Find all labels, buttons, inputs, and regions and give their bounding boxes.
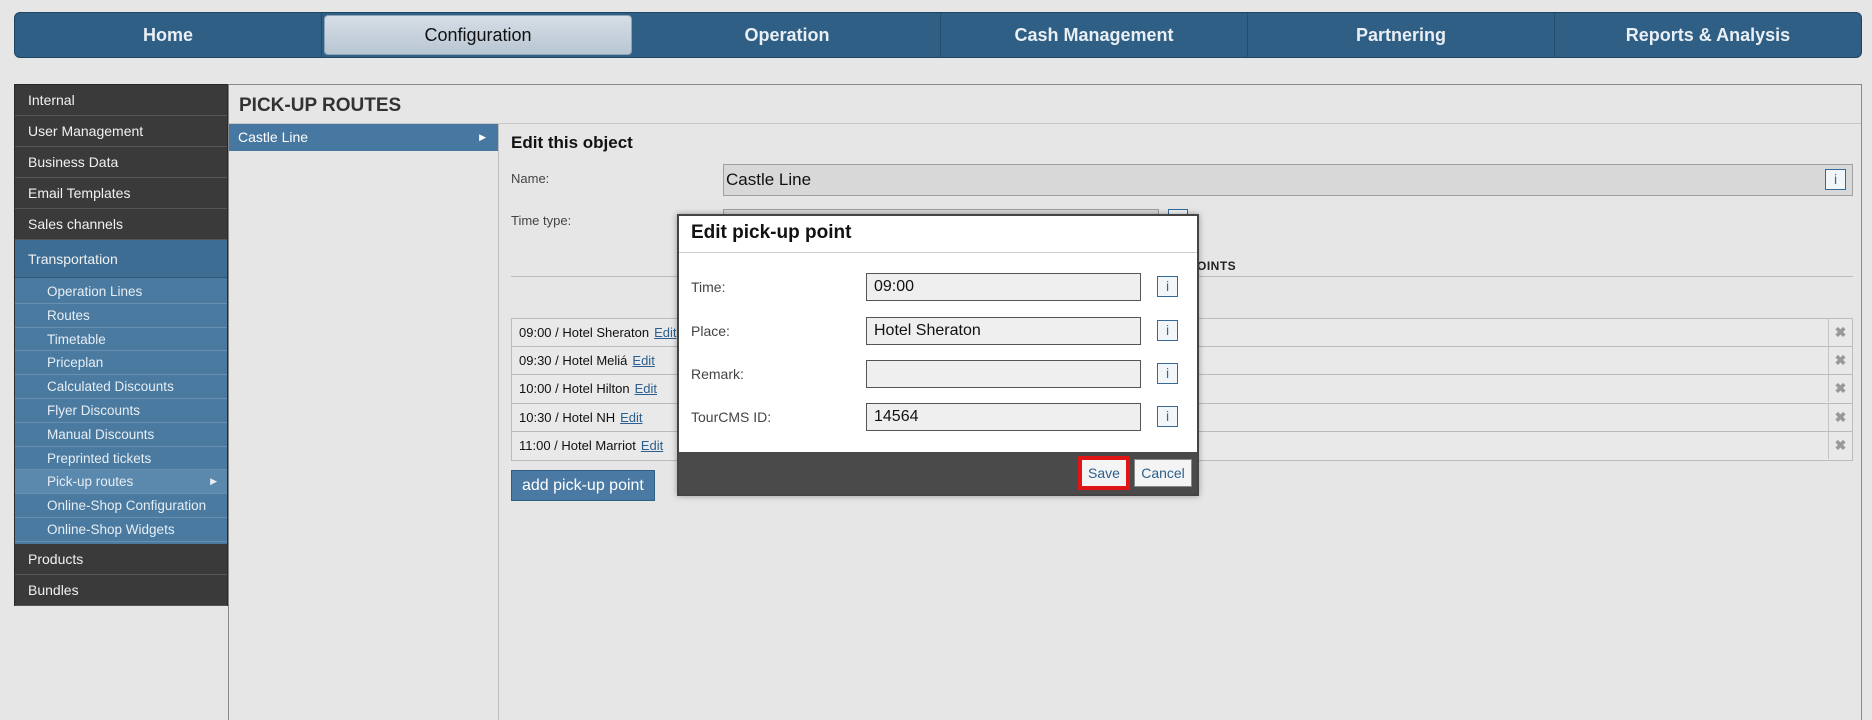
route-list: Castle Line ▶ [229,124,499,720]
edit-pick-up-point-dialog: Edit pick-up point Time: i Place: i Rema… [677,214,1199,496]
time-info-icon[interactable]: i [1157,276,1178,297]
sidebar-subitem-timetable[interactable]: Timetable [15,328,227,352]
dialog-footer: Save Cancel [679,452,1197,494]
pick-up-points-header: OINTS [1197,259,1237,273]
name-field[interactable]: Castle Line [723,164,1853,196]
time-label: Time: [691,279,726,295]
tourcms-id-input[interactable] [866,403,1141,431]
edit-link[interactable]: Edit [632,353,654,368]
add-pick-up-point-button[interactable]: add pick-up point [511,470,655,501]
edit-object-title: Edit this object [511,133,633,152]
sidebar-item-internal[interactable]: Internal [15,85,227,116]
dialog-title: Edit pick-up point [679,216,1197,253]
sidebar-item-sales-channels[interactable]: Sales channels [15,209,227,240]
tab-cash-management[interactable]: Cash Management [941,13,1248,57]
sidebar-item-user-management[interactable]: User Management [15,116,227,147]
remark-row: Remark: i [691,360,1181,388]
sidebar-subitem-priceplan[interactable]: Priceplan [15,351,227,376]
tab-operation-label: Operation [744,24,830,45]
time-input[interactable] [866,273,1141,301]
tourcms-id-label: TourCMS ID: [691,409,772,425]
edit-link[interactable]: Edit [641,438,663,453]
name-info-icon[interactable]: i [1825,169,1846,190]
tab-configuration-label: Configuration [424,24,532,45]
tab-cash-management-label: Cash Management [1014,24,1174,45]
sidebar-subitem-preprinted-tickets[interactable]: Preprinted tickets [15,447,227,471]
sidebar-subitem-pick-up-routes-label: Pick-up routes [47,474,134,490]
edit-link[interactable]: Edit [635,381,657,396]
delete-icon[interactable]: ✖ [1828,375,1852,403]
remark-info-icon[interactable]: i [1157,363,1178,384]
place-info-icon[interactable]: i [1157,320,1178,341]
tab-operation[interactable]: Operation [634,13,941,57]
page-title: PICK-UP ROUTES [239,95,402,116]
pick-up-point-text: 09:30 / Hotel Meliá [519,352,628,368]
pick-up-point-text: 09:00 / Hotel Sheraton [519,325,650,340]
sidebar-subitem-online-shop-widgets[interactable]: Online-Shop Widgets [15,518,227,542]
tourcms-row: TourCMS ID: i [691,403,1181,431]
sidebar-subitem-flyer-discounts[interactable]: Flyer Discounts [15,399,227,423]
sidebar-item-products[interactable]: Products [15,544,227,575]
route-list-item-selected[interactable]: Castle Line ▶ [229,124,498,151]
tab-reports-analysis-label: Reports & Analysis [1625,24,1791,45]
arrow-right-icon: ▶ [210,476,217,487]
edit-link[interactable]: Edit [620,410,642,425]
cancel-button[interactable]: Cancel [1134,459,1192,487]
top-navigation: Home Configuration Operation Cash Manage… [14,12,1862,58]
tab-home[interactable]: Home [15,13,322,57]
sidebar-item-business-data[interactable]: Business Data [15,147,227,178]
sidebar: Internal User Management Business Data E… [14,84,228,606]
delete-icon[interactable]: ✖ [1828,346,1852,374]
tab-home-label: Home [142,24,193,45]
tab-configuration[interactable]: Configuration [324,15,632,55]
edit-link[interactable]: Edit [654,325,676,340]
sidebar-subitem-operation-lines[interactable]: Operation Lines [15,280,227,304]
sidebar-subitem-online-shop-configuration[interactable]: Online-Shop Configuration [15,494,227,518]
place-label: Place: [691,323,730,339]
tab-reports-analysis[interactable]: Reports & Analysis [1555,13,1861,57]
sidebar-item-transportation[interactable]: Transportation [15,240,227,278]
sidebar-item-bundles[interactable]: Bundles [15,575,227,606]
time-type-label: Time type: [511,213,572,228]
delete-icon[interactable]: ✖ [1828,403,1852,431]
place-row: Place: i [691,317,1181,345]
tab-partnering[interactable]: Partnering [1248,13,1555,57]
tab-partnering-label: Partnering [1355,24,1447,45]
sidebar-subgroup-transportation: Operation Lines Routes Timetable Pricepl… [15,278,227,544]
sidebar-subitem-calculated-discounts[interactable]: Calculated Discounts [15,375,227,399]
sidebar-subitem-routes[interactable]: Routes [15,304,227,328]
pick-up-point-text: 10:30 / Hotel NH [519,409,616,425]
remark-input[interactable] [866,360,1141,388]
sidebar-subitem-manual-discounts[interactable]: Manual Discounts [15,423,227,447]
save-button[interactable]: Save [1078,456,1130,490]
place-input[interactable] [866,317,1141,345]
sidebar-subitem-pick-up-routes[interactable]: Pick-up routes ▶ [15,470,227,495]
remark-label: Remark: [691,366,744,382]
tourcms-info-icon[interactable]: i [1157,406,1178,427]
arrow-right-icon: ▶ [479,132,486,142]
name-label: Name: [511,171,550,186]
time-row: Time: i [691,273,1181,301]
delete-icon[interactable]: ✖ [1828,432,1852,460]
sidebar-item-email-templates[interactable]: Email Templates [15,178,227,209]
pick-up-point-text: 10:00 / Hotel Hilton [519,381,630,397]
delete-icon[interactable]: ✖ [1828,319,1852,346]
route-list-item-label: Castle Line [238,129,309,145]
pick-up-point-text: 11:00 / Hotel Marriot [519,438,636,454]
